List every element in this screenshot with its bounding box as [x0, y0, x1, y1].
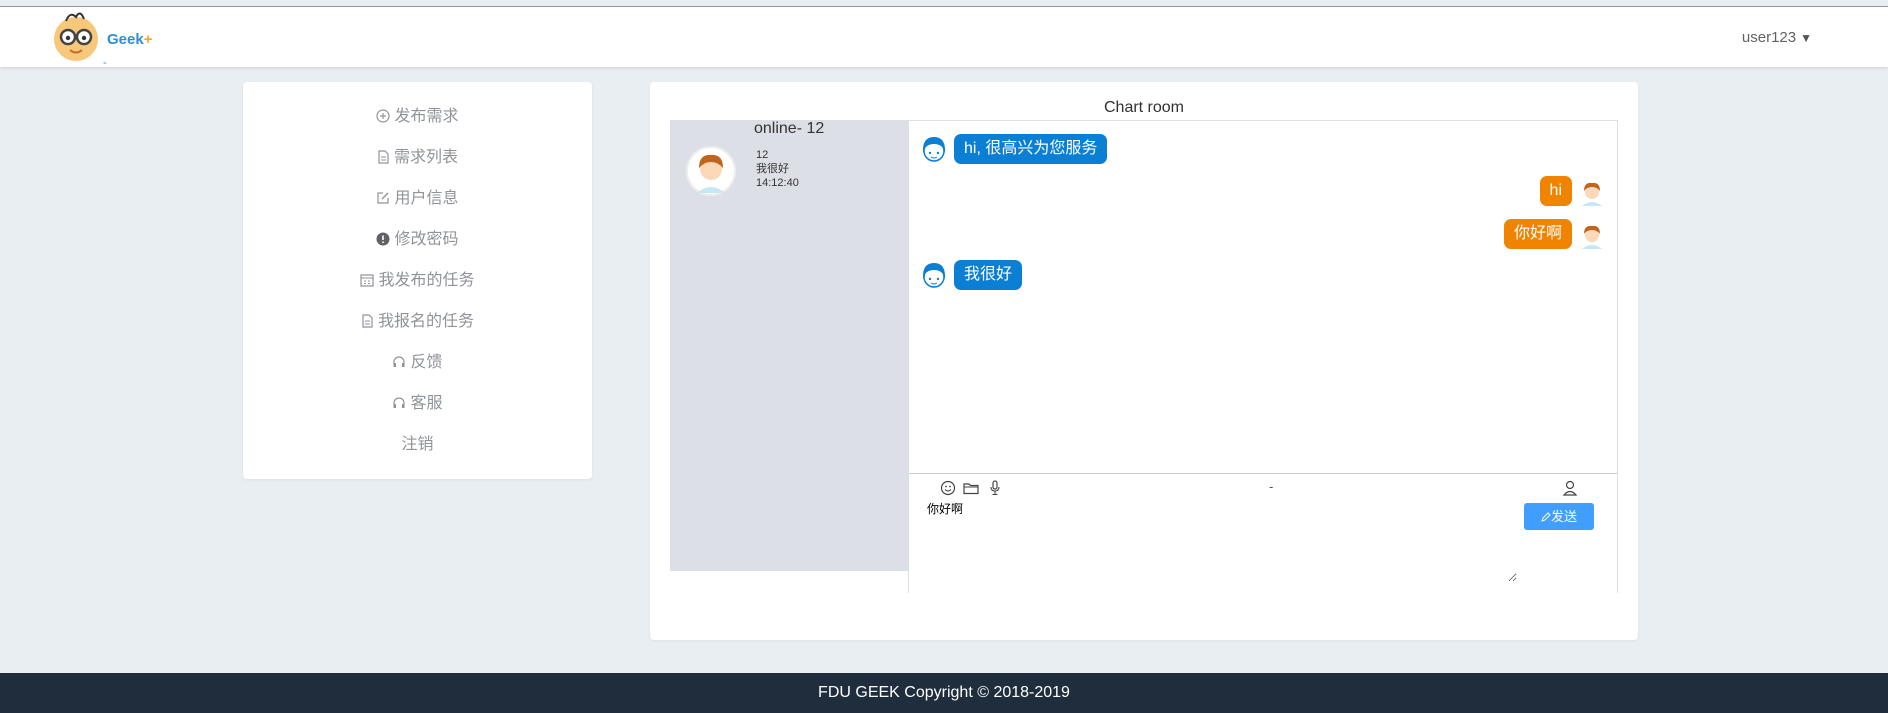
message-outgoing: 你好啊: [1407, 216, 1607, 250]
message-incoming: hi, 很高兴为您服务: [919, 131, 1219, 165]
document-icon: [362, 314, 373, 328]
message-outgoing: hi: [1407, 173, 1607, 207]
compose-dash: -: [1269, 479, 1274, 494]
panel-title: Chart room: [1103, 99, 1185, 116]
emoji-icon[interactable]: [939, 479, 957, 497]
sidebar-item-request-list[interactable]: 需求列表: [243, 144, 592, 172]
footer: FDU GEEK Copyright © 2018-2019: [0, 673, 1888, 713]
message-bubble: 你好啊: [1503, 219, 1572, 249]
message-input[interactable]: 你好啊: [927, 500, 1517, 582]
folder-icon[interactable]: [962, 479, 980, 497]
sidebar-item-label: 反馈: [410, 354, 443, 371]
agent-avatar-icon: [922, 137, 946, 162]
user-dropdown[interactable]: user123 ▼: [1742, 29, 1812, 46]
microphone-icon[interactable]: [986, 479, 1004, 497]
calendar-icon: [360, 274, 375, 287]
sidebar-item-label: 用户信息: [394, 190, 459, 207]
top-header: Geek+ - user123 ▼: [0, 7, 1888, 69]
user-avatar-icon: [1578, 221, 1606, 249]
contact-list: online- 12 12 我很好 14:12:40: [670, 120, 908, 571]
headset-icon: [393, 356, 406, 367]
message-bubble: hi: [1539, 176, 1572, 206]
message-bubble: hi, 很高兴为您服务: [954, 134, 1108, 164]
headset-icon: [393, 397, 406, 408]
send-button[interactable]: 发送: [1524, 503, 1594, 530]
copyright-text: FDU GEEK Copyright © 2018-2019: [818, 684, 1070, 701]
chat-window: hi, 很高兴为您服务 hi 你好啊 我很好 - 你好啊 发送: [908, 120, 1618, 593]
sidebar-item-change-password[interactable]: 修改密码: [243, 226, 592, 254]
caret-down-icon: ▼: [1800, 31, 1812, 45]
sidebar-item-publish-request[interactable]: 发布需求: [243, 103, 592, 131]
chat-room-panel: Chart room online- 12 12 我很好 14:12:40 hi…: [650, 82, 1638, 640]
agent-avatar-icon: [922, 263, 946, 288]
contact-item[interactable]: 12 我很好 14:12:40: [686, 146, 908, 202]
pencil-icon: [1541, 512, 1551, 522]
message-bubble: 我很好: [954, 260, 1023, 290]
document-icon: [378, 150, 389, 164]
avatar: [686, 146, 736, 196]
sidebar-item-user-info[interactable]: 用户信息: [243, 185, 592, 213]
logo-text: Geek+: [107, 31, 153, 48]
sidebar-item-customer-service[interactable]: 客服: [243, 390, 592, 418]
sidebar-menu: 发布需求 需求列表 用户信息 修改密码 我发布的任务 我报名的任务 反馈 客服 …: [243, 82, 592, 479]
sidebar-item-feedback[interactable]: 反馈: [243, 349, 592, 377]
warning-icon: [376, 232, 390, 246]
online-count: online- 12: [754, 120, 825, 137]
sidebar-item-label: 我发布的任务: [378, 272, 475, 289]
sidebar-item-label: 注销: [401, 436, 434, 453]
compose-toolbar: [939, 479, 1005, 497]
sidebar-item-label: 修改密码: [394, 231, 459, 248]
sidebar-item-label: 需求列表: [393, 149, 458, 166]
message-list: hi, 很高兴为您服务 hi 你好啊 我很好: [909, 121, 1617, 472]
contact-last-message: 我很好: [756, 163, 789, 175]
sidebar-item-label: 我报名的任务: [377, 313, 474, 330]
user-name: user123: [1741, 29, 1797, 46]
sidebar-item-label: 客服: [410, 395, 443, 412]
person-icon[interactable]: [1561, 479, 1579, 497]
contact-info: 12 我很好 14:12:40: [756, 148, 799, 190]
compose-area: - 你好啊 发送: [909, 473, 1617, 593]
sidebar-item-label: 发布需求: [394, 108, 459, 125]
logo-dash: -: [103, 57, 107, 69]
contact-name: 12: [756, 149, 769, 161]
sidebar-item-my-published-tasks[interactable]: 我发布的任务: [243, 267, 592, 295]
user-avatar-icon: [1578, 178, 1606, 206]
edit-icon: [377, 192, 390, 204]
message-incoming: 我很好: [919, 257, 1119, 291]
sidebar-item-logout[interactable]: 注销: [243, 431, 592, 459]
send-label: 发送: [1550, 509, 1577, 524]
sidebar-item-my-registered-tasks[interactable]: 我报名的任务: [243, 308, 592, 336]
plus-circle-icon: [376, 109, 391, 123]
contact-time: 14:12:40: [756, 177, 799, 189]
geek-logo-icon[interactable]: [48, 9, 104, 63]
